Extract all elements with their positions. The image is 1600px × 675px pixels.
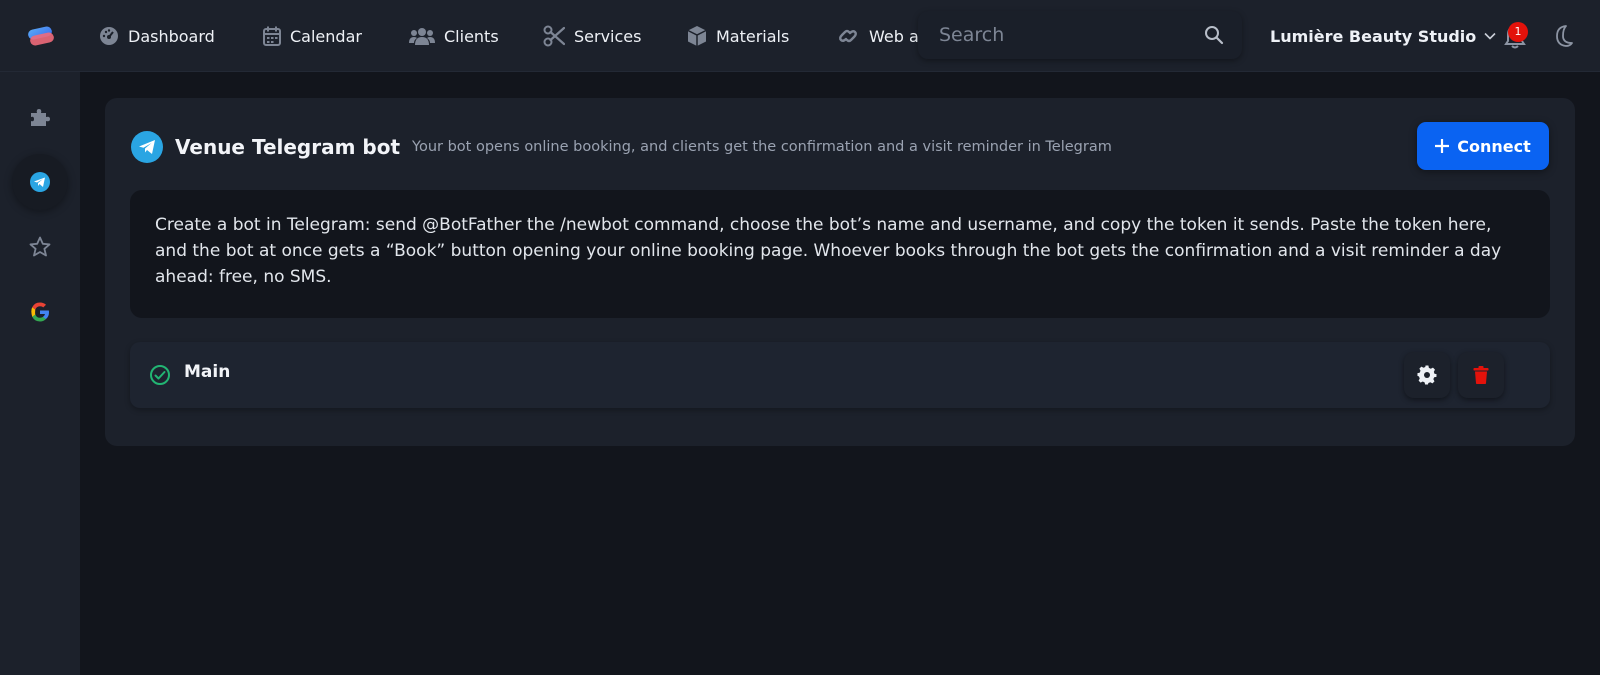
nav-label: Calendar xyxy=(290,26,362,46)
bot-settings-button[interactable] xyxy=(1404,352,1450,398)
nav-calendar[interactable]: Calendar xyxy=(263,22,362,50)
star-icon xyxy=(29,236,51,257)
nav-label: Services xyxy=(574,26,642,46)
nav-label: Web a xyxy=(869,26,918,46)
notification-badge: 1 xyxy=(1508,22,1528,42)
gear-icon xyxy=(1417,365,1437,385)
telegram-icon xyxy=(30,172,50,192)
sidebar-item-reviews[interactable] xyxy=(12,219,68,275)
calendar-icon xyxy=(263,26,281,46)
check-circle-icon xyxy=(150,365,170,385)
chevron-down-icon xyxy=(1484,32,1496,40)
sidebar xyxy=(0,72,80,675)
bot-row: Main xyxy=(130,342,1550,408)
telegram-icon xyxy=(131,131,163,163)
sidebar-item-integrations[interactable] xyxy=(12,89,68,145)
search-icon[interactable] xyxy=(1204,25,1224,45)
plus-icon xyxy=(1435,139,1450,153)
puzzle-icon xyxy=(31,109,50,126)
nav-materials[interactable]: Materials xyxy=(687,22,789,50)
studio-selector[interactable]: Lumière Beauty Studio xyxy=(1270,24,1496,48)
nav-label: Dashboard xyxy=(128,26,215,46)
scissors-icon xyxy=(543,25,565,47)
search-input[interactable] xyxy=(918,11,1242,59)
box-icon xyxy=(687,26,707,46)
google-icon xyxy=(31,302,49,322)
dashboard-gauge-icon xyxy=(100,27,118,45)
sidebar-item-google[interactable] xyxy=(12,284,68,340)
nav-label: Materials xyxy=(716,26,790,46)
nav-dashboard[interactable]: Dashboard xyxy=(99,22,215,50)
connect-label: Connect xyxy=(1457,136,1531,156)
moon-icon[interactable] xyxy=(1552,24,1574,48)
search-box xyxy=(918,11,1242,59)
connect-button[interactable]: Connect xyxy=(1417,122,1549,170)
sidebar-item-telegram[interactable] xyxy=(12,154,68,210)
main-nav: Dashboard Calendar Clients Services Mate… xyxy=(0,0,918,72)
top-bar: Dashboard Calendar Clients Services Mate… xyxy=(0,0,1600,72)
nav-label: Clients xyxy=(444,26,499,46)
card-title: Venue Telegram bot xyxy=(175,135,401,159)
bot-name: Main xyxy=(184,362,231,382)
users-icon xyxy=(409,28,435,45)
link-icon xyxy=(839,29,857,43)
card-subtitle: Your bot opens online booking, and clien… xyxy=(412,139,1112,155)
nav-web-access[interactable]: Web a xyxy=(836,22,918,50)
nav-clients[interactable]: Clients xyxy=(409,22,499,50)
card-header: Venue Telegram bot Your bot opens online… xyxy=(131,130,1112,164)
trash-icon xyxy=(1473,366,1489,384)
studio-name: Lumière Beauty Studio xyxy=(1270,26,1477,46)
instructions-box: Create a bot in Telegram: send @BotFathe… xyxy=(130,190,1550,318)
bot-delete-button[interactable] xyxy=(1458,352,1504,398)
nav-services[interactable]: Services xyxy=(543,22,641,50)
telegram-bot-card: Venue Telegram bot Your bot opens online… xyxy=(105,98,1575,446)
